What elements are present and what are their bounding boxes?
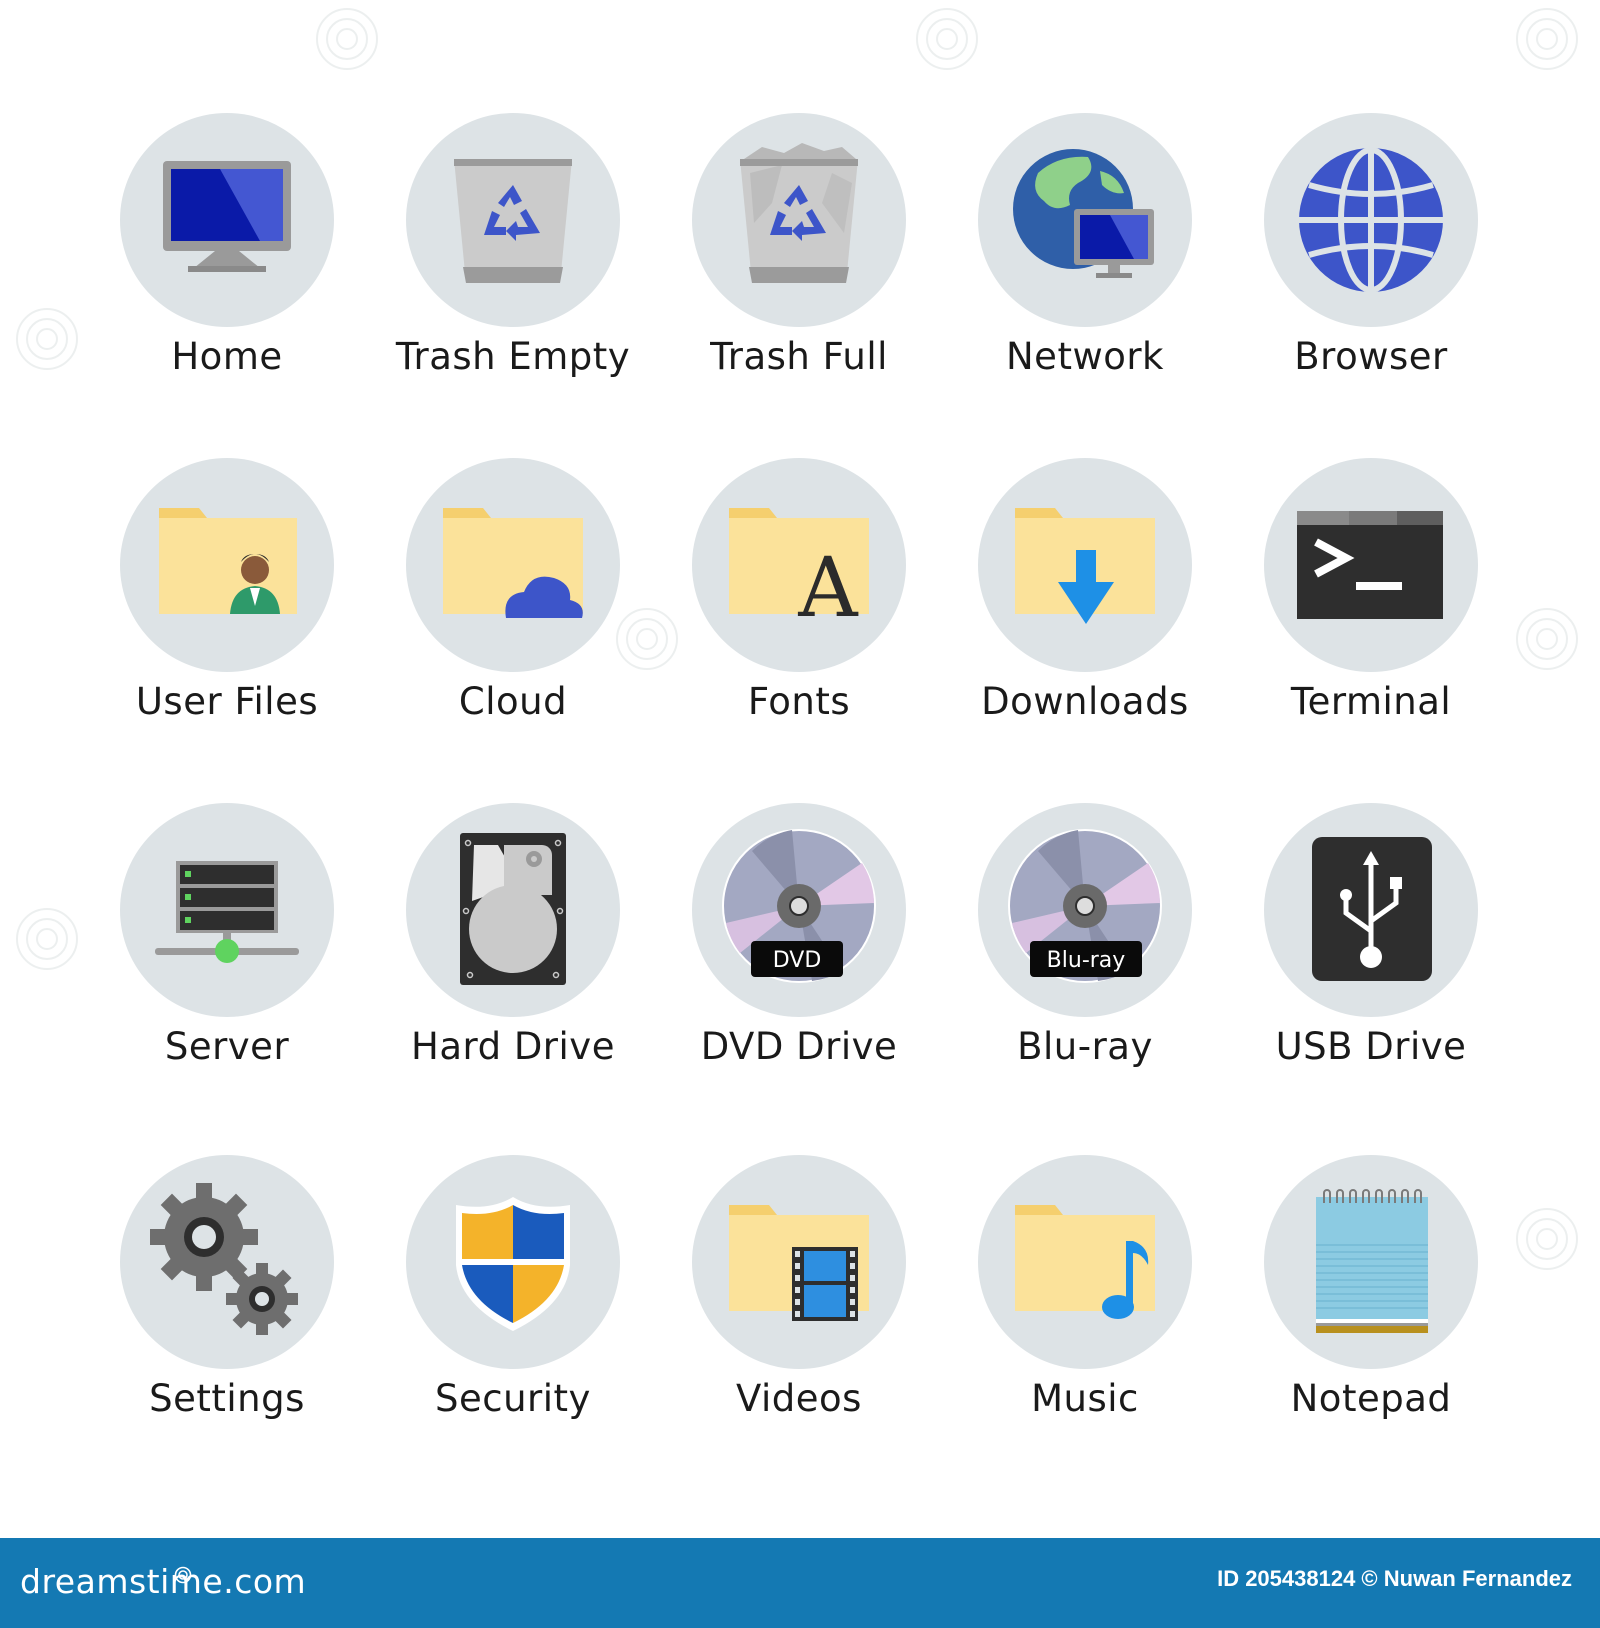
icon-home[interactable]: Home	[97, 113, 357, 413]
brand-text: dreamstime.com	[20, 1562, 307, 1601]
icon-grid: Home Trash Empty Trash Full Network Brow…	[0, 0, 1600, 1538]
dvd-disc-icon: DVD	[722, 829, 876, 983]
shield-icon	[456, 1197, 570, 1331]
watermark-swirl-icon	[1516, 608, 1578, 670]
icon-usb-drive[interactable]: USB Drive	[1241, 803, 1501, 1103]
disc-badge: Blu-ray	[1047, 948, 1126, 973]
icon-downloads[interactable]: Downloads	[955, 458, 1215, 758]
icon-terminal[interactable]: Terminal	[1241, 458, 1501, 758]
icon-network[interactable]: Network	[955, 113, 1215, 413]
icon-label: Terminal	[1290, 680, 1452, 723]
icon-label: Videos	[736, 1377, 862, 1420]
icon-label: Fonts	[747, 680, 851, 723]
user-folder-icon	[159, 508, 297, 614]
icon-security[interactable]: Security	[383, 1155, 643, 1455]
icon-trash-full[interactable]: Trash Full	[669, 113, 929, 413]
icon-label: Server	[164, 1025, 290, 1068]
icon-label: Cloud	[458, 680, 568, 723]
cloud-folder-icon	[443, 508, 583, 618]
icon-videos[interactable]: Videos	[669, 1155, 929, 1455]
globe-icon	[1299, 147, 1443, 293]
icon-label: Hard Drive	[411, 1025, 615, 1068]
notepad-icon	[1316, 1189, 1428, 1333]
icon-settings[interactable]: Settings	[97, 1155, 357, 1455]
disc-badge: DVD	[773, 948, 822, 973]
icon-label: Network	[1006, 335, 1164, 378]
icon-fonts[interactable]: A Fonts	[669, 458, 929, 758]
watermark-swirl-icon	[1516, 8, 1578, 70]
icon-cloud[interactable]: Cloud	[383, 458, 643, 758]
icon-label: USB Drive	[1275, 1025, 1467, 1068]
icon-server[interactable]: Server	[97, 803, 357, 1103]
icon-label: Settings	[149, 1377, 305, 1420]
icon-label: Notepad	[1290, 1377, 1452, 1420]
icon-user-files[interactable]: User Files	[97, 458, 357, 758]
icon-label: Blu-ray	[1017, 1025, 1153, 1068]
gears-icon	[150, 1183, 298, 1335]
watermark-swirl-icon	[16, 308, 78, 370]
recycle-bin-empty-icon	[454, 159, 572, 283]
monitor-icon	[163, 161, 291, 272]
icon-dvd-drive[interactable]: DVD DVD Drive	[669, 803, 929, 1103]
globe-monitor-icon	[1013, 149, 1154, 278]
icon-label: Browser	[1294, 335, 1448, 378]
icon-label: Downloads	[981, 680, 1189, 723]
font-folder-icon: A	[729, 508, 869, 636]
watermark-swirl-icon	[316, 8, 378, 70]
icon-hard-drive[interactable]: Hard Drive	[383, 803, 643, 1103]
watermark-swirl-icon	[16, 908, 78, 970]
swirl-logo-icon	[174, 1566, 192, 1584]
server-icon	[155, 861, 299, 963]
icon-label: Trash Full	[710, 335, 888, 378]
icon-label: Security	[435, 1377, 591, 1420]
icon-blu-ray[interactable]: Blu-ray Blu-ray	[955, 803, 1215, 1103]
icon-label: Home	[171, 335, 283, 378]
icon-notepad[interactable]: Notepad	[1241, 1155, 1501, 1455]
watermark-swirl-icon	[916, 8, 978, 70]
image-credit: ID 205438124 © Nuwan Fernandez	[1217, 1566, 1572, 1591]
recycle-bin-full-icon	[740, 143, 858, 283]
svg-text:A: A	[797, 541, 859, 636]
hard-drive-icon	[460, 833, 566, 985]
download-folder-icon	[1015, 508, 1155, 624]
terminal-icon	[1297, 511, 1443, 619]
icon-browser[interactable]: Browser	[1241, 113, 1501, 413]
footer-bar: dreamstime.com ID 205438124 © Nuwan Fern…	[0, 1538, 1600, 1628]
icon-trash-empty[interactable]: Trash Empty	[383, 113, 643, 413]
icon-label: User Files	[135, 680, 319, 723]
icon-label: DVD Drive	[700, 1025, 898, 1068]
icon-label: Music	[1031, 1377, 1139, 1420]
brand-logo[interactable]: dreamstime.com	[20, 1562, 306, 1601]
icon-label: Trash Empty	[395, 335, 631, 378]
watermark-swirl-icon	[1516, 1208, 1578, 1270]
usb-icon	[1312, 837, 1432, 981]
watermark-swirl-icon	[616, 608, 678, 670]
bluray-disc-icon: Blu-ray	[1008, 829, 1162, 983]
icon-music[interactable]: Music	[955, 1155, 1215, 1455]
music-folder-icon	[1015, 1205, 1155, 1319]
video-folder-icon	[729, 1205, 869, 1321]
